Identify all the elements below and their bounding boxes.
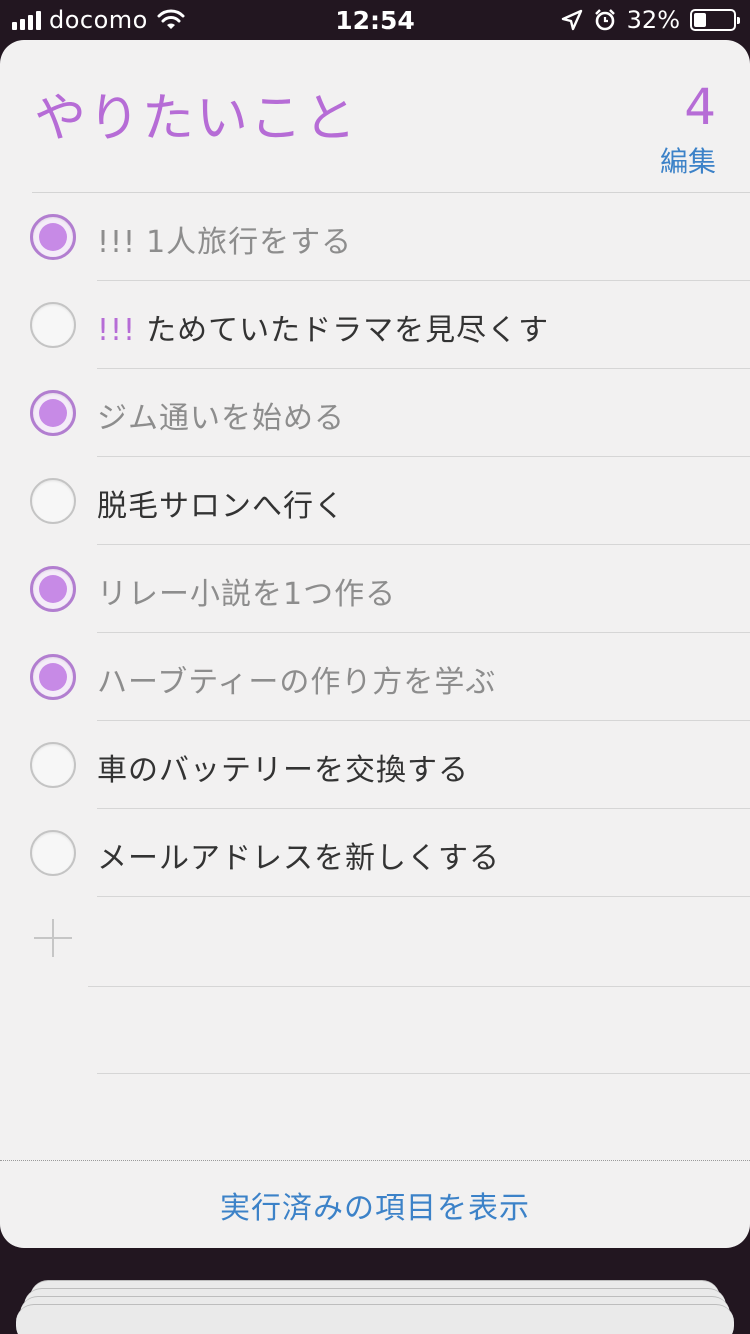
priority-marker: !!!: [97, 225, 137, 260]
status-bar: docomo 12:54 32%: [0, 0, 750, 40]
reminder-text[interactable]: 車のバッテリーを交換する: [97, 745, 469, 789]
reminder-row[interactable]: !!! ためていたドラマを見尽くす: [0, 281, 750, 369]
reminder-row[interactable]: ハーブティーの作り方を学ぶ: [0, 633, 750, 721]
completed-checkbox[interactable]: [30, 566, 76, 612]
show-completed-button[interactable]: 実行済みの項目を表示: [0, 1183, 750, 1227]
battery-fill: [694, 13, 707, 27]
edit-button[interactable]: 編集: [660, 140, 716, 180]
alarm-clock-icon: [594, 9, 615, 31]
reminder-text[interactable]: !!! 1人旅行をする: [97, 217, 352, 261]
reminder-row[interactable]: リレー小説を1つ作る: [0, 545, 750, 633]
reminder-row[interactable]: メールアドレスを新しくする: [0, 809, 750, 897]
checkbox[interactable]: [30, 830, 76, 876]
reminder-label: ためていたドラマを見尽くす: [146, 313, 550, 348]
reminder-list-card: やりたいこと 4 編集 !!! 1人旅行をする!!! ためていたドラマを見尽くす ジム…: [0, 40, 750, 1248]
battery-icon: [690, 9, 740, 31]
status-right: 32%: [561, 6, 740, 34]
reminder-text[interactable]: 脱毛サロンへ行く: [97, 481, 345, 525]
reminder-text[interactable]: リレー小説を1つ作る: [97, 569, 396, 613]
location-arrow-icon: [561, 9, 582, 31]
add-item-row[interactable]: [0, 897, 750, 987]
reminder-text[interactable]: ジム通いを始める: [97, 393, 345, 437]
reminder-label: ハーブティーの作り方を学ぶ: [97, 665, 497, 700]
checkbox[interactable]: [30, 478, 76, 524]
reminder-text[interactable]: メールアドレスを新しくする: [97, 833, 500, 877]
item-count: 4: [684, 78, 716, 136]
add-plus-icon[interactable]: [34, 919, 72, 957]
footer-divider: [0, 1160, 750, 1161]
reminder-row[interactable]: 脱毛サロンへ行く: [0, 457, 750, 545]
checkbox[interactable]: [30, 742, 76, 788]
reminder-label: ジム通いを始める: [97, 401, 345, 436]
row-divider: [97, 1073, 750, 1074]
reminder-label: 脱毛サロンへ行く: [97, 489, 345, 524]
reminder-text[interactable]: ハーブティーの作り方を学ぶ: [97, 657, 496, 701]
priority-marker: !!!: [97, 313, 137, 348]
reminder-label: 1人旅行をする: [146, 225, 353, 260]
reminder-label: メールアドレスを新しくする: [97, 841, 500, 876]
empty-row: [0, 987, 750, 1074]
checkbox[interactable]: [30, 302, 76, 348]
list-title: やりたいこと: [34, 89, 359, 149]
other-lists-stack[interactable]: [0, 1280, 750, 1334]
reminder-label: 車のバッテリーを交換する: [97, 753, 469, 788]
reminder-text[interactable]: !!! ためていたドラマを見尽くす: [97, 305, 549, 349]
completed-checkbox[interactable]: [30, 214, 76, 260]
battery-percent: 32%: [626, 6, 680, 34]
completed-checkbox[interactable]: [30, 654, 76, 700]
reminder-label: リレー小説を1つ作る: [97, 577, 397, 612]
reminder-row[interactable]: ジム通いを始める: [0, 369, 750, 457]
reminder-list: !!! 1人旅行をする!!! ためていたドラマを見尽くす ジム通いを始める 脱毛サロンへ…: [0, 193, 750, 1074]
reminder-row[interactable]: !!! 1人旅行をする: [0, 193, 750, 281]
completed-checkbox[interactable]: [30, 390, 76, 436]
reminder-row[interactable]: 車のバッテリーを交換する: [0, 721, 750, 809]
